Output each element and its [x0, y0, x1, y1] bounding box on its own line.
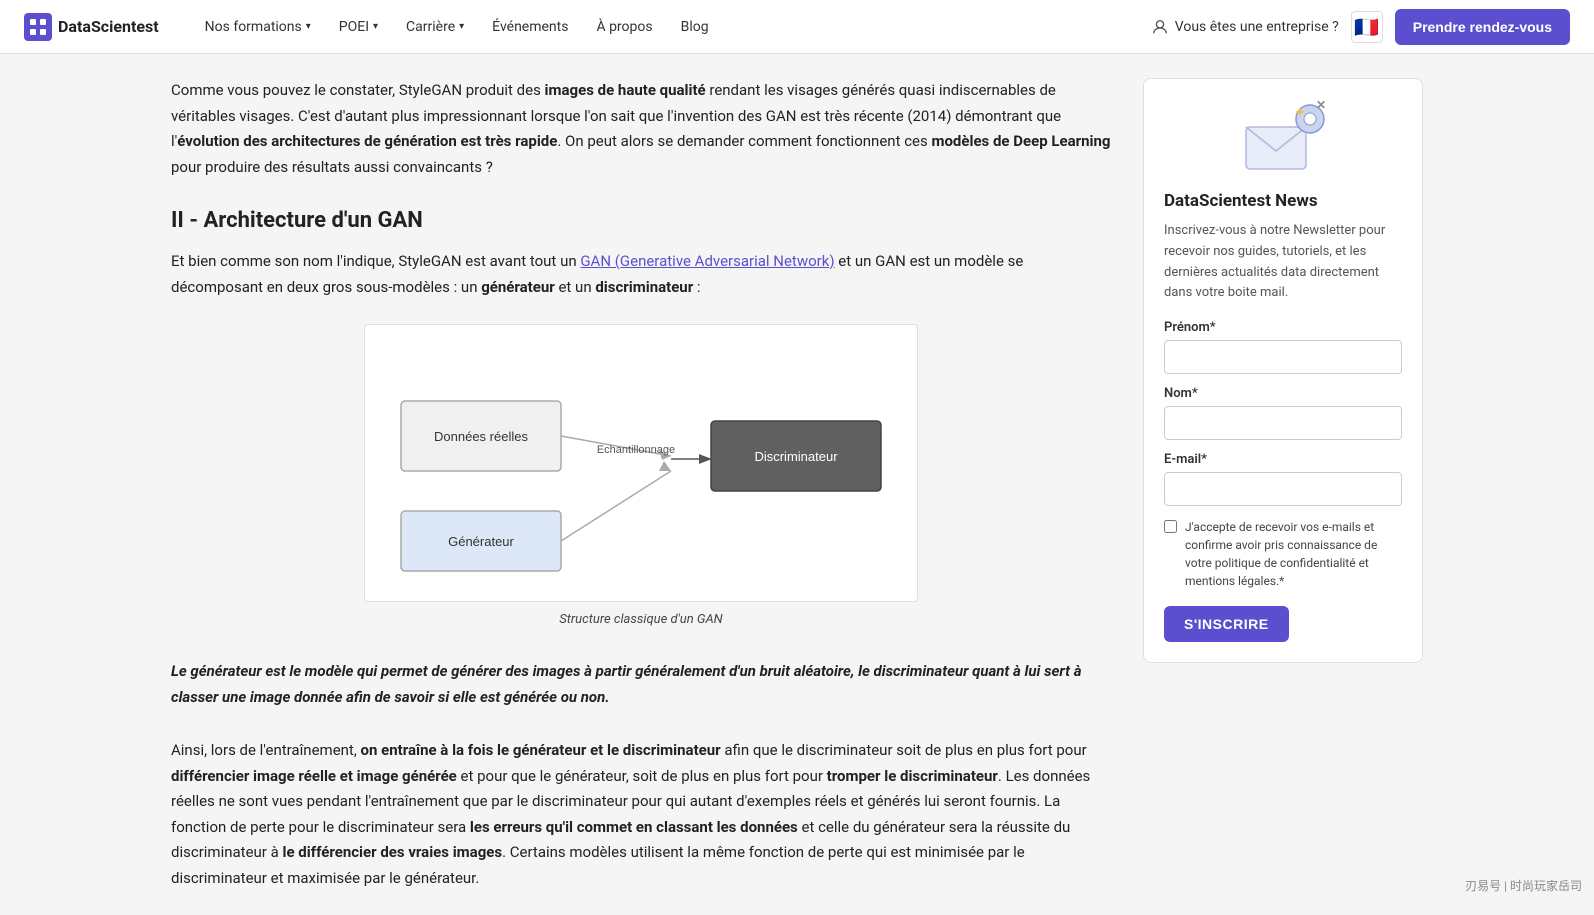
- svg-text:✦: ✦: [1294, 105, 1306, 121]
- logo-text: DataScientest: [58, 17, 159, 36]
- newsletter-title: DataScientest News: [1164, 191, 1402, 211]
- chevron-down-icon: ▾: [459, 21, 464, 32]
- nav-evenements[interactable]: Événements: [478, 0, 582, 54]
- diagram-svg-wrap: Données réelles Générateur Discriminateu…: [364, 324, 918, 602]
- watermark: 刃易号 | 时尚玩家岳司: [1465, 877, 1582, 894]
- enterprise-link[interactable]: Vous êtes une entreprise ?: [1151, 18, 1339, 36]
- chevron-down-icon: ▾: [306, 21, 311, 32]
- prenom-input[interactable]: [1164, 340, 1402, 374]
- newsletter-icon: ✦ ✕: [1238, 99, 1328, 179]
- svg-text:Données réelles: Données réelles: [434, 429, 528, 444]
- nav-blog[interactable]: Blog: [667, 0, 723, 54]
- intro-paragraph: Comme vous pouvez le constater, StyleGAN…: [171, 78, 1111, 180]
- newsletter-desc: Inscrivez-vous à notre Newsletter pour r…: [1164, 221, 1402, 304]
- enterprise-icon: [1151, 18, 1169, 36]
- gan-link[interactable]: GAN (Generative Adversarial Network): [580, 252, 834, 270]
- nav-formations[interactable]: Nos formations ▾: [191, 0, 325, 54]
- svg-text:Echantillonnage: Echantillonnage: [597, 444, 675, 456]
- nav-links: Nos formations ▾ POEI ▾ Carrière ▾ Événe…: [191, 0, 1151, 54]
- logo[interactable]: DataScientest: [24, 13, 159, 41]
- section-intro: Et bien comme son nom l'indique, StyleGA…: [171, 249, 1111, 300]
- section-title: II - Architecture d'un GAN: [171, 208, 1111, 233]
- email-label: E-mail*: [1164, 452, 1402, 467]
- subscribe-button[interactable]: S'INSCRIRE: [1164, 606, 1289, 642]
- newsletter-form: Prénom* Nom* E-mail* J'accepte de recevo…: [1164, 320, 1402, 642]
- diagram-container: Données réelles Générateur Discriminateu…: [171, 324, 1111, 627]
- newsletter-card: ✦ ✕ DataScientest News Inscrivez-vous à …: [1143, 78, 1423, 663]
- newsletter-icon-wrap: ✦ ✕: [1164, 99, 1402, 179]
- chevron-down-icon: ▾: [373, 21, 378, 32]
- page-wrapper: Comme vous pouvez le constater, StyleGAN…: [147, 54, 1447, 915]
- cta-button[interactable]: Prendre rendez-vous: [1395, 9, 1570, 45]
- highlight-block: Le générateur est le modèle qui permet d…: [171, 659, 1111, 710]
- nav-apropos[interactable]: À propos: [582, 0, 666, 54]
- consent-group: J'accepte de recevoir vos e-mails et con…: [1164, 518, 1402, 590]
- gan-diagram-svg: Données réelles Générateur Discriminateu…: [381, 341, 901, 581]
- consent-checkbox[interactable]: [1164, 520, 1177, 533]
- navbar: DataScientest Nos formations ▾ POEI ▾ Ca…: [0, 0, 1594, 54]
- logo-icon: [24, 13, 52, 41]
- prenom-group: Prénom*: [1164, 320, 1402, 374]
- nav-right: Vous êtes une entreprise ? 🇫🇷 Prendre re…: [1151, 9, 1570, 45]
- svg-text:✕: ✕: [1316, 99, 1326, 112]
- nom-input[interactable]: [1164, 406, 1402, 440]
- sidebar: ✦ ✕ DataScientest News Inscrivez-vous à …: [1143, 78, 1423, 663]
- svg-text:Discriminateur: Discriminateur: [754, 449, 838, 464]
- diagram-caption: Structure classique d'un GAN: [559, 612, 722, 627]
- email-input[interactable]: [1164, 472, 1402, 506]
- language-flag[interactable]: 🇫🇷: [1351, 11, 1383, 43]
- body-paragraph: Ainsi, lors de l'entraînement, on entraî…: [171, 738, 1111, 891]
- nav-carriere[interactable]: Carrière ▾: [392, 0, 478, 54]
- nom-group: Nom*: [1164, 386, 1402, 440]
- nav-poei[interactable]: POEI ▾: [325, 0, 392, 54]
- article: Comme vous pouvez le constater, StyleGAN…: [171, 78, 1111, 891]
- email-group: E-mail*: [1164, 452, 1402, 506]
- svg-text:Générateur: Générateur: [448, 534, 514, 549]
- prenom-label: Prénom*: [1164, 320, 1402, 335]
- consent-label: J'accepte de recevoir vos e-mails et con…: [1185, 518, 1402, 590]
- nom-label: Nom*: [1164, 386, 1402, 401]
